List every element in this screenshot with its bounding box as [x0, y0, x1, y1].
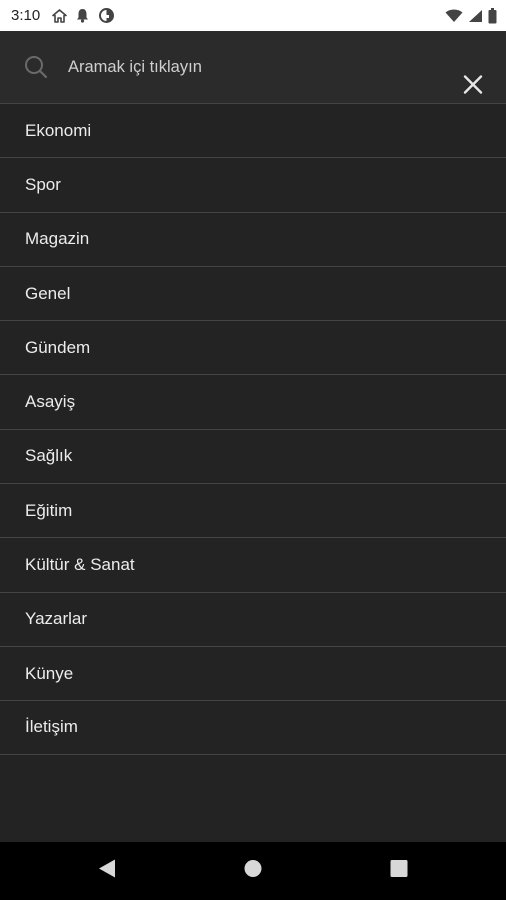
home-circle-icon[interactable]	[244, 860, 262, 883]
search-input[interactable]	[68, 53, 438, 81]
menu-item-gundem[interactable]: Gündem	[0, 320, 506, 374]
cell-signal-icon	[468, 9, 483, 23]
recents-square-icon[interactable]	[390, 860, 408, 883]
menu-item-yazarlar[interactable]: Yazarlar	[0, 591, 506, 646]
vpn-key-icon	[98, 7, 115, 24]
status-time: 3:10	[11, 7, 41, 24]
notification-bell-icon	[76, 8, 89, 23]
menu-item-egitim[interactable]: Eğitim	[0, 483, 506, 537]
search-icon[interactable]	[24, 55, 48, 84]
menu-item-kultur-sanat[interactable]: Kültür & Sanat	[0, 537, 506, 591]
menu-item-asayis[interactable]: Asayiş	[0, 374, 506, 428]
close-icon[interactable]	[463, 75, 483, 100]
battery-icon	[488, 7, 497, 24]
menu-item-magazin[interactable]: Magazin	[0, 211, 506, 266]
menu-item-iletisim[interactable]: İletişim	[0, 700, 506, 755]
menu-item-saglik[interactable]: Sağlık	[0, 428, 506, 483]
status-icons-right	[445, 7, 497, 24]
menu-item-genel[interactable]: Genel	[0, 265, 506, 320]
category-menu: Ekonomi Spor Magazin Genel Gündem Asayiş…	[0, 103, 506, 755]
status-icons-left	[52, 7, 115, 24]
home-icon	[52, 8, 68, 23]
menu-item-spor[interactable]: Spor	[0, 157, 506, 211]
search-bar	[0, 31, 506, 103]
wifi-icon	[445, 9, 463, 23]
menu-item-ekonomi[interactable]: Ekonomi	[0, 103, 506, 157]
status-bar: 3:10	[0, 0, 506, 31]
back-icon[interactable]	[98, 859, 116, 884]
menu-item-kunye[interactable]: Künye	[0, 645, 506, 700]
navigation-bar	[0, 842, 506, 900]
